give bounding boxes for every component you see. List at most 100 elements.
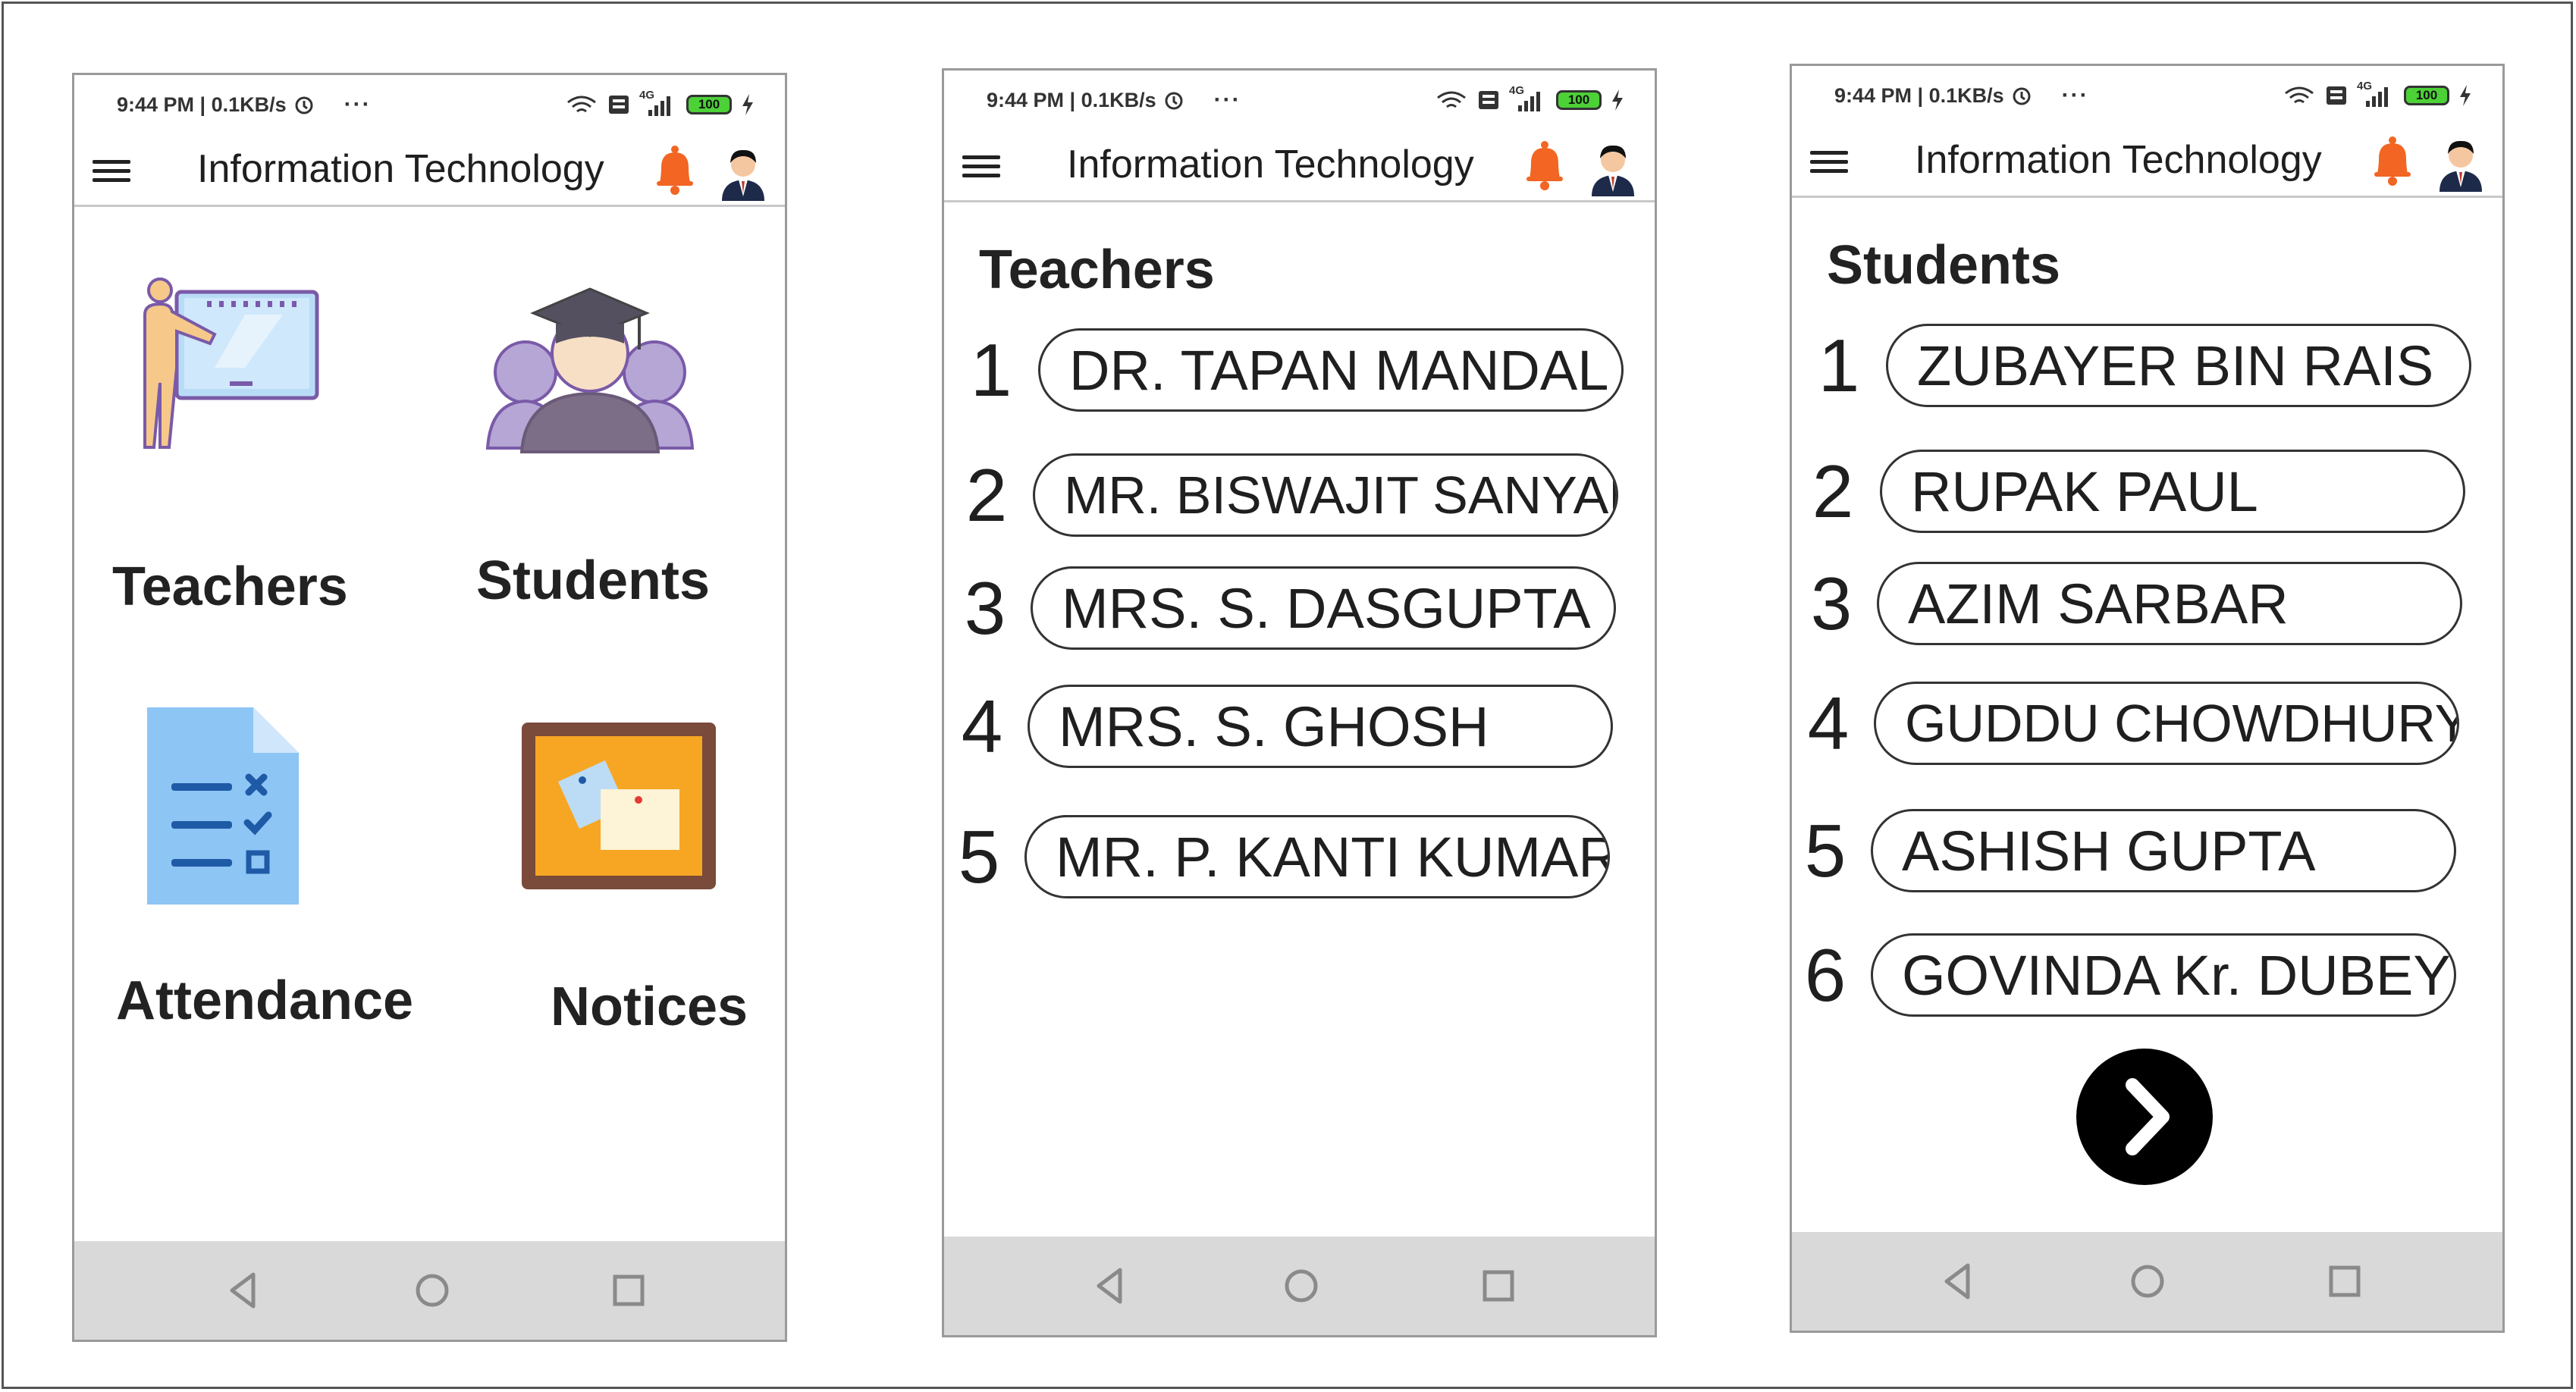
system-nav-bar	[1792, 1232, 2502, 1331]
battery-icon: 100	[2404, 86, 2449, 105]
recents-icon[interactable]	[604, 1265, 654, 1315]
signal-icon	[648, 96, 670, 116]
chevron-right-icon	[2126, 1078, 2170, 1155]
list-item[interactable]: 4 MRS. S. GHOSH	[944, 685, 1655, 768]
avatar-icon[interactable]	[1587, 139, 1639, 196]
list-item[interactable]: 5 ASHISH GUPTA	[1792, 809, 2502, 892]
avatar-icon[interactable]	[2435, 134, 2487, 192]
menu-icon[interactable]	[1809, 143, 1850, 180]
alarm-icon	[2013, 87, 2031, 105]
notice-board-icon	[522, 723, 716, 889]
status-bar: 9:44 PM | 0.1KB/s ··· 4G 100	[1792, 66, 2502, 125]
menu-icon[interactable]	[961, 148, 1002, 184]
system-nav-bar	[74, 1241, 785, 1340]
item-number: 2	[1812, 450, 1854, 533]
list-item[interactable]: 4 GUDDU CHOWDHURY	[1792, 682, 2502, 765]
bell-icon[interactable]	[2371, 136, 2414, 186]
list-item[interactable]: 3 AZIM SARBAR	[1792, 562, 2502, 645]
status-overflow-dots: ···	[2061, 83, 2089, 108]
list-item[interactable]: 1 DR. TAPAN MANDAL	[944, 328, 1655, 412]
graduate-icon	[485, 287, 695, 453]
student-name-pill[interactable]: AZIM SARBAR	[1877, 562, 2462, 645]
teacher-name-pill[interactable]: DR. TAPAN MANDAL	[1038, 328, 1624, 412]
wifi-icon	[1437, 91, 1466, 108]
back-icon[interactable]	[1933, 1256, 1983, 1306]
teacher-icon	[143, 277, 319, 449]
student-name-pill[interactable]: GUDDU CHOWDHURY	[1874, 682, 2459, 765]
alarm-icon	[1165, 92, 1183, 110]
teacher-name-pill[interactable]: MRS. S. DASGUPTA	[1031, 566, 1616, 650]
menu-icon[interactable]	[91, 152, 132, 189]
recents-icon[interactable]	[2320, 1256, 2370, 1306]
item-number: 3	[964, 566, 1006, 650]
volte-icon	[609, 96, 629, 114]
list-item[interactable]: 2 RUPAK PAUL	[1792, 450, 2502, 533]
volte-icon	[2327, 86, 2346, 105]
phone-students-screen: 9:44 PM | 0.1KB/s ··· 4G 100 Information…	[1790, 64, 2505, 1333]
back-icon[interactable]	[1085, 1261, 1135, 1311]
app-title: Information Technology	[1067, 143, 1474, 187]
teacher-name-pill[interactable]: MR. BISWAJIT SANYAL	[1033, 453, 1618, 537]
students-tile[interactable]: Students	[431, 189, 785, 674]
status-time: 9:44 PM | 0.1KB/s	[1834, 83, 2004, 107]
item-number: 6	[1804, 933, 1846, 1017]
teachers-tile[interactable]: Teachers	[74, 189, 431, 674]
signal-icon	[1518, 92, 1540, 111]
attendance-label: Attendance	[116, 970, 414, 1031]
teacher-name-pill[interactable]: MRS. S. GHOSH	[1028, 685, 1613, 768]
recents-icon[interactable]	[1473, 1261, 1523, 1311]
list-item[interactable]: 5 MR. P. KANTI KUMAR	[944, 815, 1655, 898]
item-number: 2	[965, 453, 1008, 537]
list-item[interactable]: 3 MRS. S. DASGUPTA	[944, 566, 1655, 650]
item-number: 4	[961, 685, 1003, 768]
bell-icon[interactable]	[1523, 140, 1566, 190]
item-number: 1	[1818, 324, 1860, 407]
next-button[interactable]	[2076, 1049, 2213, 1185]
bell-icon[interactable]	[654, 145, 696, 195]
home-icon[interactable]	[1276, 1261, 1326, 1311]
status-time: 9:44 PM | 0.1KB/s	[117, 92, 287, 116]
item-number: 1	[970, 328, 1012, 412]
app-bar: Information Technology	[1792, 125, 2502, 198]
item-number: 3	[1810, 562, 1853, 645]
list-item[interactable]: 2 MR. BISWAJIT SANYAL	[944, 453, 1655, 537]
phone-teachers-screen: 9:44 PM | 0.1KB/s ··· 4G 100 Information…	[942, 68, 1657, 1337]
student-name-pill[interactable]: RUPAK PAUL	[1880, 450, 2465, 533]
battery-icon: 100	[686, 95, 732, 114]
student-name-pill[interactable]: GOVINDA Kr. DUBEY	[1871, 933, 2456, 1017]
teacher-name-pill[interactable]: MR. P. KANTI KUMAR	[1024, 815, 1610, 898]
system-nav-bar	[944, 1237, 1655, 1335]
item-number: 5	[1804, 809, 1846, 892]
app-bar: Information Technology	[944, 130, 1655, 202]
student-name-pill[interactable]: ZUBAYER BIN RAIS	[1886, 324, 2471, 407]
notices-tile[interactable]: Notices	[431, 674, 785, 1144]
teachers-heading: Teachers	[979, 240, 1215, 300]
list-item[interactable]: 1 ZUBAYER BIN RAIS	[1792, 324, 2502, 407]
charging-icon	[2460, 85, 2471, 106]
home-icon[interactable]	[2123, 1256, 2173, 1306]
students-heading: Students	[1827, 235, 2061, 296]
item-number: 5	[958, 815, 1000, 898]
back-icon[interactable]	[218, 1265, 268, 1315]
volte-icon	[1479, 91, 1498, 109]
status-time: 9:44 PM | 0.1KB/s	[987, 88, 1156, 111]
home-icon[interactable]	[407, 1265, 457, 1315]
checklist-icon	[147, 707, 299, 904]
status-overflow-dots: ···	[344, 92, 372, 117]
list-item[interactable]: 6 GOVINDA Kr. DUBEY	[1792, 933, 2502, 1017]
alarm-icon	[295, 96, 313, 114]
app-title: Information Technology	[1915, 138, 2322, 182]
app-title: Information Technology	[197, 147, 604, 191]
battery-level: 100	[1567, 92, 1590, 107]
status-bar: 9:44 PM | 0.1KB/s ··· 4G 100	[944, 71, 1655, 130]
status-bar: 9:44 PM | 0.1KB/s ··· 4G 100	[74, 75, 785, 134]
battery-icon: 100	[1556, 90, 1602, 110]
wifi-icon	[2285, 86, 2314, 104]
teachers-label: Teachers	[112, 556, 348, 617]
charging-icon	[1612, 89, 1623, 111]
battery-level: 100	[2415, 88, 2438, 102]
charging-icon	[742, 94, 753, 115]
attendance-tile[interactable]: Attendance	[74, 674, 431, 1144]
notices-label: Notices	[551, 977, 748, 1037]
student-name-pill[interactable]: ASHISH GUPTA	[1871, 809, 2456, 892]
